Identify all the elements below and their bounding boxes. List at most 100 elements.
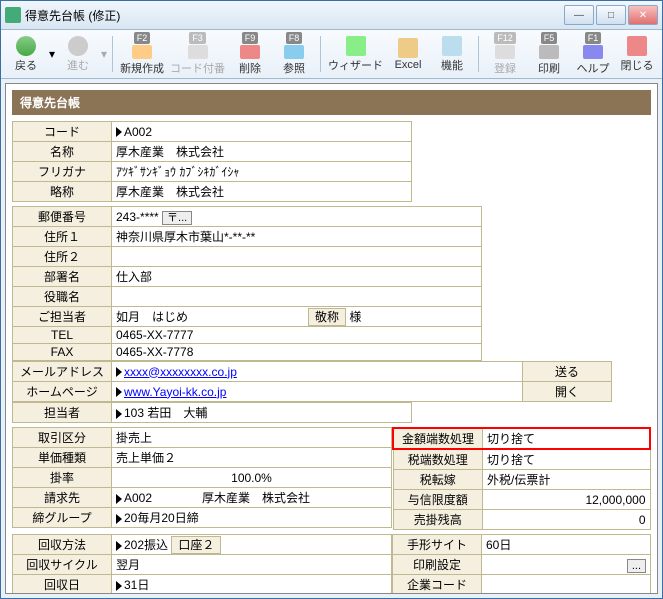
rep-field[interactable]: 103 若田 大輔 xyxy=(112,403,412,423)
zip-field[interactable]: 243-**** 〒... xyxy=(112,207,482,227)
delete-button[interactable]: F9削除 xyxy=(229,32,271,76)
amount-round-field[interactable]: 切り捨て xyxy=(483,428,651,449)
role-label: 役職名 xyxy=(13,287,112,307)
open-button[interactable]: 開く xyxy=(523,382,612,402)
print-setting-label: 印刷設定 xyxy=(393,555,482,575)
print-button[interactable]: F5印刷 xyxy=(528,32,570,76)
addr1-label: 住所１ xyxy=(13,227,112,247)
tel-label: TEL xyxy=(13,327,112,344)
person-label: ご担当者 xyxy=(13,307,112,327)
excel-button[interactable]: Excel xyxy=(387,32,429,76)
billto-label: 請求先 xyxy=(13,488,112,508)
close-icon xyxy=(627,36,647,56)
hp-field[interactable]: www.Yayoi-kk.co.jp xyxy=(112,382,523,402)
name-field[interactable]: 厚木産業 株式会社 xyxy=(112,142,412,162)
register-button: F12登録 xyxy=(484,32,526,76)
name-label: 名称 xyxy=(13,142,112,162)
price-type-field[interactable]: 売上単価２ xyxy=(112,448,392,468)
acct-label: 口座２ xyxy=(171,536,221,554)
bill-site-label: 手形サイト xyxy=(393,535,482,555)
fax-field[interactable]: 0465-XX-7778 xyxy=(112,344,482,361)
collect-method-field[interactable]: 202振込 口座２ xyxy=(112,535,392,555)
tax-shift-label: 税転嫁 xyxy=(393,470,483,490)
tax-shift-field[interactable]: 外税/伝票計 xyxy=(483,470,651,490)
print-setting-button[interactable]: ... xyxy=(627,559,646,573)
tax-round-field[interactable]: 切り捨て xyxy=(483,449,651,470)
dept-field[interactable]: 仕入部 xyxy=(112,267,482,287)
close-button[interactable]: ✕ xyxy=(628,5,658,25)
func-button[interactable]: 機能 xyxy=(431,32,473,76)
func-icon xyxy=(442,36,462,56)
tel-field[interactable]: 0465-XX-7777 xyxy=(112,327,482,344)
rate-field[interactable]: 100.0% xyxy=(112,468,392,488)
role-field[interactable] xyxy=(112,287,482,307)
hp-label: ホームページ xyxy=(13,382,112,402)
trade-type-label: 取引区分 xyxy=(13,428,112,448)
credit-field[interactable]: 12,000,000 xyxy=(483,490,651,510)
page-title: 得意先台帳 xyxy=(12,90,651,115)
code-button: F3コード付番 xyxy=(168,32,227,76)
zip-label: 郵便番号 xyxy=(13,207,112,227)
ref-button[interactable]: F8参照 xyxy=(273,32,315,76)
rep-label: 担当者 xyxy=(13,403,112,423)
corp-code-label: 企業コード xyxy=(393,575,482,595)
hp-link[interactable]: www.Yayoi-kk.co.jp xyxy=(124,385,226,399)
window-title: 得意先台帳 (修正) xyxy=(25,7,564,24)
rate-label: 掛率 xyxy=(13,468,112,488)
close-group-field[interactable]: 20毎月20日締 xyxy=(112,508,392,528)
collect-day-field[interactable]: 31日 xyxy=(112,575,392,595)
bill-site-field[interactable]: 60日 xyxy=(482,535,651,555)
send-button[interactable]: 送る xyxy=(523,362,612,382)
wizard-icon xyxy=(346,36,366,56)
code-label: コード xyxy=(13,122,112,142)
kana-field[interactable]: ｱﾂｷﾞｻﾝｷﾞｮｳ ｶﾌﾞｼｷｶﾞｲｼｬ xyxy=(112,162,412,182)
collect-cycle-label: 回収サイクル xyxy=(13,555,112,575)
fax-label: FAX xyxy=(13,344,112,361)
close-window-button[interactable]: 閉じる xyxy=(616,32,658,76)
wizard-button[interactable]: ウィザード xyxy=(326,32,385,76)
honor-label: 敬称 xyxy=(308,308,346,326)
help-button[interactable]: F1ヘルプ xyxy=(572,32,614,76)
maximize-button[interactable]: □ xyxy=(596,5,626,25)
corp-code-field[interactable] xyxy=(482,575,651,595)
dropdown-icon: ▾ xyxy=(101,47,107,61)
zip-lookup-button[interactable]: 〒... xyxy=(162,211,192,225)
addr2-field[interactable] xyxy=(112,247,482,267)
collect-method-label: 回収方法 xyxy=(13,535,112,555)
price-type-label: 単価種類 xyxy=(13,448,112,468)
new-button[interactable]: F2新規作成 xyxy=(118,32,166,76)
forward-icon xyxy=(68,36,88,56)
collect-day-label: 回収日 xyxy=(13,575,112,595)
credit-label: 与信限度額 xyxy=(393,490,483,510)
balance-label: 売掛残高 xyxy=(393,510,483,530)
kana-label: フリガナ xyxy=(13,162,112,182)
client-area: 得意先台帳 コードA002 名称厚木産業 株式会社 フリガナｱﾂｷﾞｻﾝｷﾞｮｳ… xyxy=(5,83,658,594)
amount-round-label: 金額端数処理 xyxy=(393,428,483,449)
tax-round-label: 税端数処理 xyxy=(393,449,483,470)
balance-field[interactable]: 0 xyxy=(483,510,651,530)
code-field[interactable]: A002 xyxy=(112,122,412,142)
abbr-label: 略称 xyxy=(13,182,112,202)
forward-button: 進む xyxy=(57,32,99,76)
excel-icon xyxy=(398,38,418,58)
dept-label: 部署名 xyxy=(13,267,112,287)
print-setting-field[interactable]: ... xyxy=(482,555,651,575)
person-field[interactable]: 如月 はじめ敬称 様 xyxy=(112,307,482,327)
minimize-button[interactable]: — xyxy=(564,5,594,25)
collect-cycle-field[interactable]: 翌月 xyxy=(112,555,392,575)
close-group-label: 締グループ xyxy=(13,508,112,528)
billto-field[interactable]: A002厚木産業 株式会社 xyxy=(112,488,392,508)
addr2-label: 住所２ xyxy=(13,247,112,267)
toolbar: 戻る ▾ 進む ▾ F2新規作成 F3コード付番 F9削除 F8参照 ウィザード… xyxy=(1,30,662,79)
back-button[interactable]: 戻る xyxy=(5,32,47,76)
mail-label: メールアドレス xyxy=(13,362,112,382)
back-icon xyxy=(16,36,36,56)
trade-type-field[interactable]: 掛売上 xyxy=(112,428,392,448)
titlebar: 得意先台帳 (修正) — □ ✕ xyxy=(1,1,662,30)
dropdown-icon[interactable]: ▾ xyxy=(49,47,55,61)
mail-field[interactable]: xxxx@xxxxxxxx.co.jp xyxy=(112,362,523,382)
abbr-field[interactable]: 厚木産業 株式会社 xyxy=(112,182,412,202)
mail-link[interactable]: xxxx@xxxxxxxx.co.jp xyxy=(124,365,237,379)
app-icon xyxy=(5,7,21,23)
addr1-field[interactable]: 神奈川県厚木市葉山*-**-** xyxy=(112,227,482,247)
